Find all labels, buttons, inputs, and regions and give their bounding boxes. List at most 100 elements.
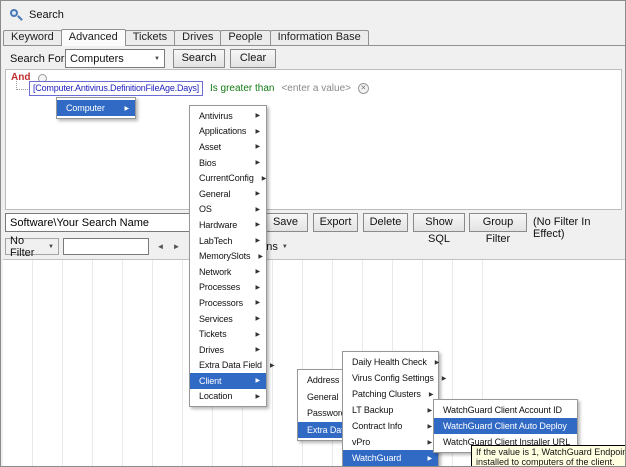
- submenu-arrow-icon: ▶: [255, 316, 260, 323]
- submenu-arrow-icon: ▶: [427, 407, 432, 414]
- filter-status-text: (No Filter In Effect): [533, 216, 591, 240]
- submenu-arrow-icon: ▶: [258, 253, 263, 260]
- title-bar: Search: [1, 1, 625, 28]
- menu-item-processors[interactable]: Processors ▶: [190, 295, 266, 311]
- menu-item-computer[interactable]: Computer ▶: [57, 100, 135, 116]
- condition-comparison[interactable]: Is greater than: [210, 83, 274, 94]
- window-title: Search: [29, 8, 64, 21]
- tab-information-base[interactable]: Information Base: [269, 30, 369, 45]
- submenu-arrow-icon: ▶: [427, 423, 432, 430]
- menu-item-client[interactable]: Client ▶: [190, 373, 266, 389]
- menu-item-os[interactable]: OS ▶: [190, 202, 266, 218]
- submenu-arrow-icon: ▶: [255, 300, 260, 307]
- menu-item-drives[interactable]: Drives ▶: [190, 342, 266, 358]
- submenu-arrow-icon: ▶: [434, 359, 440, 366]
- tab-tickets[interactable]: Tickets: [124, 30, 176, 45]
- search-for-label: Search For:: [10, 53, 68, 65]
- extra-data-field-submenu: Daily Health Check ▶ Virus Config Setting…: [342, 351, 446, 466]
- filter-dropdown-value: No Filter: [10, 234, 35, 259]
- dropdown-arrow-icon: ▼: [281, 243, 288, 250]
- filter-text-input[interactable]: [63, 238, 149, 255]
- search-for-value: Computers: [70, 52, 124, 65]
- tree-connector: [16, 81, 28, 90]
- save-button[interactable]: Save: [263, 213, 308, 232]
- submenu-arrow-icon: ▶: [124, 105, 129, 112]
- export-button[interactable]: Export: [313, 213, 358, 232]
- menu-item-services[interactable]: Services ▶: [190, 311, 266, 327]
- submenu-arrow-icon: ▶: [427, 439, 432, 446]
- filter-dropdown[interactable]: No Filter ▼: [5, 235, 59, 259]
- tab-people[interactable]: People: [220, 30, 271, 45]
- tab-keyword[interactable]: Keyword: [3, 30, 62, 45]
- clear-button[interactable]: Clear: [230, 49, 276, 68]
- query-condition: [Computer.Antivirus.DefinitionFileAge.Da…: [29, 81, 369, 96]
- submenu-arrow-icon: ▶: [255, 378, 260, 385]
- menu-item-general[interactable]: General ▶: [190, 186, 266, 202]
- search-button[interactable]: Search: [173, 49, 225, 68]
- menu-item-hardware[interactable]: Hardware ▶: [190, 217, 266, 233]
- submenu-arrow-icon: ▶: [255, 393, 260, 400]
- submenu-arrow-icon: ▶: [255, 128, 260, 135]
- next-arrow-icon: ►: [172, 242, 181, 251]
- search-window: Search Keyword Advanced Tickets Drives P…: [0, 0, 626, 467]
- tooltip-line-2: installed to computers of the client.: [476, 457, 615, 467]
- menu-item-memoryslots[interactable]: MemorySlots ▶: [190, 248, 266, 264]
- menu-item-currentconfig[interactable]: CurrentConfig ▶: [190, 170, 266, 186]
- submenu-arrow-icon: ▶: [255, 238, 260, 245]
- menu-item-location[interactable]: Location ▶: [190, 389, 266, 405]
- previous-button[interactable]: ◄: [153, 238, 168, 255]
- submenu-arrow-icon: ▶: [261, 175, 267, 182]
- show-sql-button[interactable]: Show SQL: [413, 213, 465, 245]
- submenu-arrow-icon: ▶: [255, 191, 260, 198]
- submenu-arrow-icon: ▶: [441, 375, 447, 382]
- submenu-arrow-icon: ▶: [255, 144, 260, 151]
- tab-advanced[interactable]: Advanced: [60, 29, 126, 46]
- menu-item-patching-clusters[interactable]: Patching Clusters ▶: [343, 386, 438, 402]
- next-button[interactable]: ►: [169, 238, 184, 255]
- submenu-arrow-icon: ▶: [255, 284, 260, 291]
- delete-button[interactable]: Delete: [363, 213, 408, 232]
- search-icon: [9, 8, 23, 22]
- field-context-menu: Computer ▶: [56, 97, 136, 119]
- menu-item-applications[interactable]: Applications ▶: [190, 124, 266, 140]
- submenu-arrow-icon: ▶: [269, 362, 275, 369]
- condition-field[interactable]: [Computer.Antivirus.DefinitionFileAge.Da…: [29, 81, 203, 96]
- tooltip-line-1: If the value is 1, WatchGuard Endpoint S…: [476, 447, 625, 457]
- computer-submenu: Antivirus ▶ Applications ▶ Asset ▶ Bios ▶ Cu…: [189, 105, 275, 408]
- menu-item-lt-backup[interactable]: LT Backup ▶: [343, 402, 438, 418]
- group-filter-button[interactable]: Group Filter: [469, 213, 527, 245]
- menu-item-bios[interactable]: Bios ▶: [190, 155, 266, 171]
- submenu-arrow-icon: ▶: [255, 160, 260, 167]
- remove-condition-icon[interactable]: ✕: [357, 83, 369, 94]
- menu-item-network[interactable]: Network ▶: [190, 264, 266, 280]
- submenu-arrow-icon: ▶: [255, 222, 260, 229]
- menu-item-virus-config-settings[interactable]: Virus Config Settings ▶: [343, 370, 446, 386]
- tab-drives[interactable]: Drives: [174, 30, 222, 45]
- tab-strip: Keyword Advanced Tickets Drives People I…: [3, 29, 625, 46]
- submenu-arrow-icon: ▶: [427, 455, 432, 462]
- menu-item-contract-info[interactable]: Contract Info ▶: [343, 418, 438, 434]
- menu-item-extra-data-field[interactable]: Extra Data Field ▶: [190, 358, 275, 374]
- menu-item-vpro[interactable]: vPro ▶: [343, 434, 438, 450]
- search-for-dropdown[interactable]: Computers ▼: [65, 49, 165, 68]
- submenu-arrow-icon: ▶: [255, 206, 260, 213]
- menu-item-watchguard[interactable]: WatchGuard ▶: [343, 450, 438, 466]
- menu-item-antivirus[interactable]: Antivirus ▶: [190, 108, 266, 124]
- submenu-arrow-icon: ▶: [255, 113, 260, 120]
- submenu-arrow-icon: ▶: [255, 347, 260, 354]
- prev-arrow-icon: ◄: [156, 242, 165, 251]
- submenu-arrow-icon: ▶: [428, 391, 434, 398]
- condition-value[interactable]: <enter a value>: [281, 83, 351, 94]
- submenu-arrow-icon: ▶: [255, 331, 260, 338]
- menu-item-tickets[interactable]: Tickets ▶: [190, 326, 266, 342]
- menu-item-watchguard-client-auto-deploy[interactable]: WatchGuard Client Auto Deploy: [434, 418, 577, 434]
- menu-item-watchguard-client-account-id[interactable]: WatchGuard Client Account ID: [434, 402, 577, 418]
- menu-item-daily-health-check[interactable]: Daily Health Check ▶: [343, 354, 440, 370]
- menu-item-processes[interactable]: Processes ▶: [190, 280, 266, 296]
- dropdown-arrow-icon: ▼: [154, 55, 160, 62]
- dropdown-arrow-icon: ▼: [48, 243, 54, 250]
- menu-item-labtech[interactable]: LabTech ▶: [190, 233, 266, 249]
- menu-item-asset[interactable]: Asset ▶: [190, 139, 266, 155]
- submenu-arrow-icon: ▶: [255, 269, 260, 276]
- tooltip: If the value is 1, WatchGuard Endpoint S…: [471, 445, 625, 467]
